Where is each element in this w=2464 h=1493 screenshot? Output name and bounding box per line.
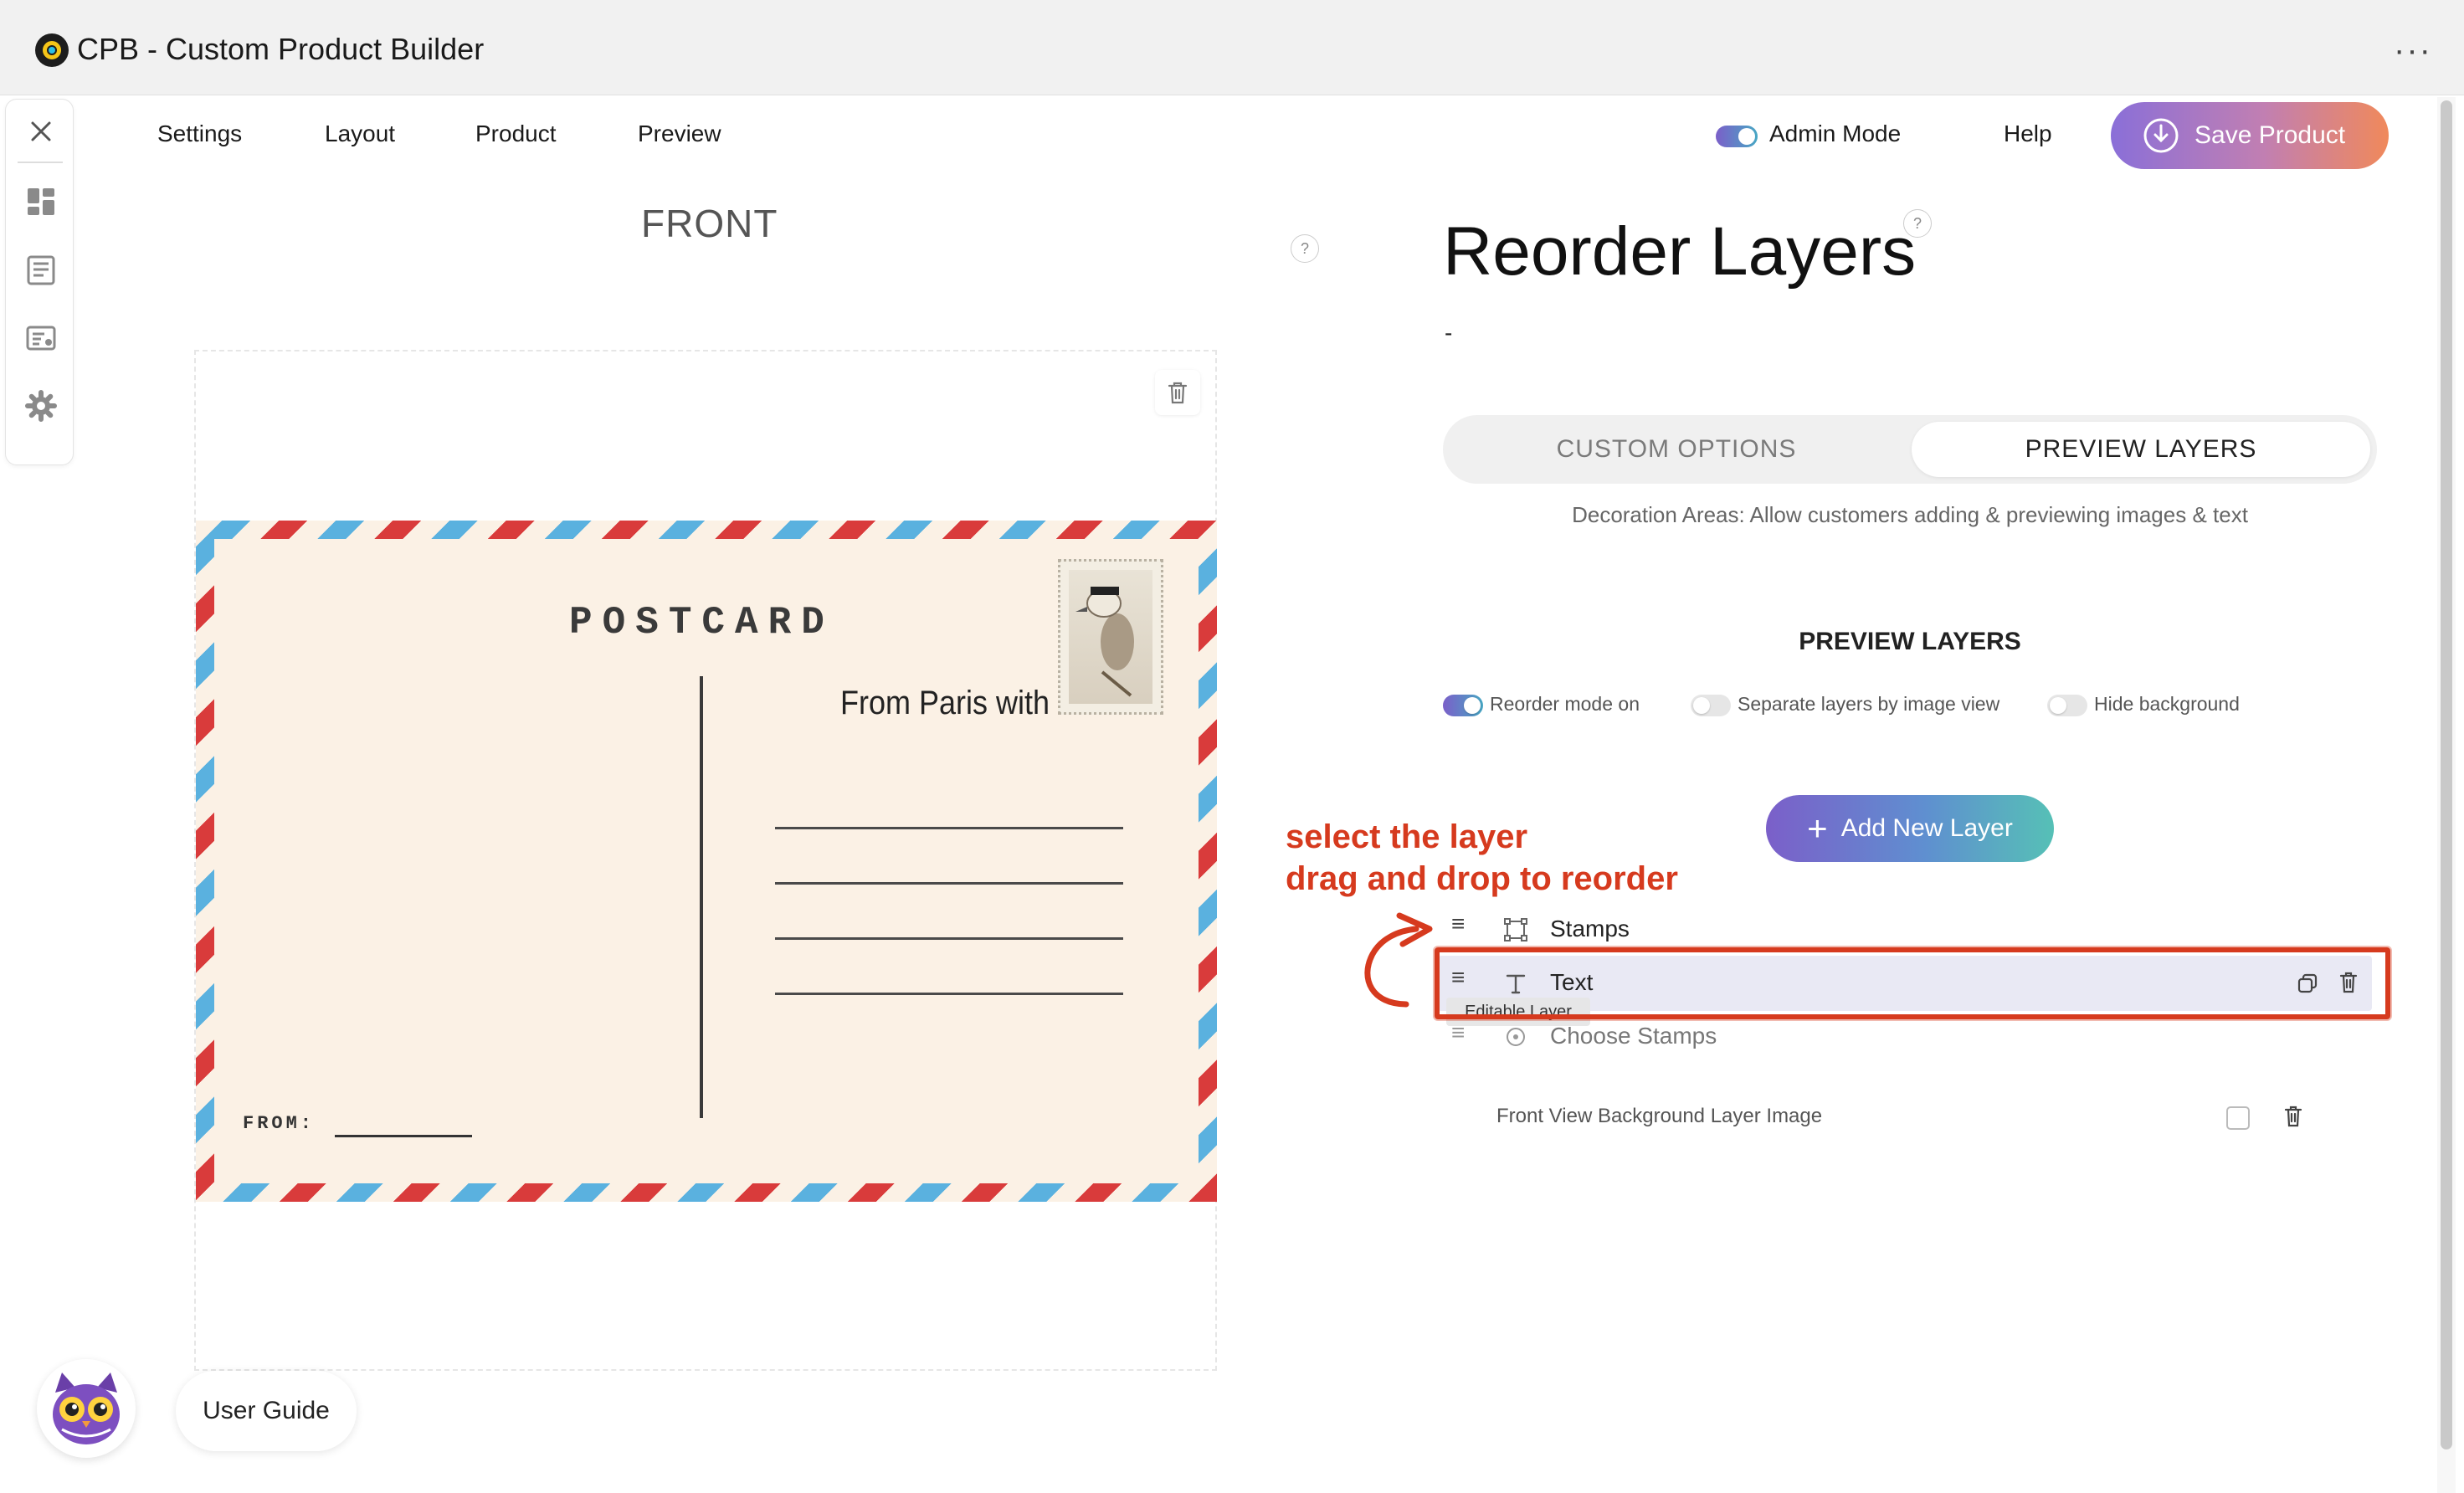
options-icon[interactable] <box>24 322 58 356</box>
admin-mode-toggle[interactable] <box>1716 126 1758 147</box>
add-new-layer-label: Add New Layer <box>1840 814 2013 842</box>
annotation-text: drag and drop to reorder <box>1286 860 1678 897</box>
nav-settings[interactable]: Settings <box>157 121 242 147</box>
app-title: CPB - Custom Product Builder <box>77 32 485 66</box>
nav-preview[interactable]: Preview <box>638 121 721 147</box>
add-new-layer-button[interactable]: + Add New Layer <box>1766 795 2054 862</box>
address-line <box>775 827 1123 829</box>
panel-title: Reorder Layers <box>1443 213 1917 290</box>
from-line <box>335 1135 472 1137</box>
help-link[interactable]: Help <box>2004 121 2052 147</box>
dashboard-icon[interactable] <box>24 185 58 218</box>
separate-layers-toggle[interactable] <box>1691 695 1731 716</box>
address-line <box>775 937 1123 940</box>
frame-icon <box>1504 918 1527 941</box>
options-circle-icon <box>1507 1028 1525 1046</box>
annotation-highlight <box>1435 947 2390 1019</box>
cpb-logo-icon <box>35 33 69 67</box>
scrollbar-thumb[interactable] <box>2441 100 2452 1449</box>
trash-icon[interactable] <box>2283 1105 2303 1128</box>
bird-icon <box>1075 587 1134 697</box>
separate-layers-label: Separate layers by image view <box>1738 693 2000 715</box>
stamp-image[interactable] <box>1058 559 1163 715</box>
admin-mode-label: Admin Mode <box>1769 121 1902 146</box>
more-horizontal-icon[interactable]: ··· <box>2394 32 2432 69</box>
save-product-button[interactable]: Save Product <box>2111 102 2389 169</box>
hide-background-label: Hide background <box>2094 693 2240 715</box>
left-sidebar <box>5 99 74 465</box>
hide-background-toggle[interactable] <box>2047 695 2087 716</box>
reorder-mode-toggle[interactable] <box>1443 695 1483 716</box>
plus-icon: + <box>1807 808 1828 848</box>
layer-label-stamps[interactable]: Stamps <box>1550 916 1630 942</box>
tab-custom-options[interactable]: CUSTOM OPTIONS <box>1443 415 1910 484</box>
trash-icon[interactable] <box>1155 370 1200 415</box>
annotation-arrow-icon <box>1364 912 1433 1008</box>
annotation-text: select the layer <box>1286 818 1528 855</box>
address-line <box>775 882 1123 885</box>
download-icon <box>2143 118 2179 153</box>
sidebar-divider <box>18 162 63 163</box>
layer-label-choose-stamps[interactable]: Choose Stamps <box>1550 1023 1717 1049</box>
view-title: FRONT <box>641 202 778 245</box>
postcard-title: POSTCARD <box>569 601 834 644</box>
close-icon[interactable] <box>24 115 58 148</box>
user-guide-button[interactable]: User Guide <box>176 1371 357 1451</box>
help-icon[interactable]: ? <box>1903 209 1932 238</box>
nav-product[interactable]: Product <box>475 121 557 147</box>
nav-layout[interactable]: Layout <box>325 121 395 147</box>
save-product-label: Save Product <box>2194 121 2346 149</box>
list-icon[interactable] <box>24 254 58 287</box>
background-layer-label: Front View Background Layer Image <box>1496 1105 1823 1127</box>
section-heading: PREVIEW LAYERS <box>1799 628 2021 655</box>
owl-mascot-icon[interactable] <box>37 1359 136 1458</box>
tab-preview-layers[interactable]: PREVIEW LAYERS <box>1912 422 2370 477</box>
panel-subtitle: Decoration Areas: Allow customers adding… <box>1572 502 2248 527</box>
postcard-divider <box>700 676 703 1118</box>
help-icon[interactable]: ? <box>1291 234 1319 263</box>
postcard-from-label: FROM: <box>243 1113 316 1134</box>
drag-handle-icon[interactable]: ≡ <box>1451 911 1465 937</box>
panel-description: - <box>1445 320 1453 346</box>
gear-icon[interactable] <box>24 389 58 423</box>
background-layer-checkbox[interactable] <box>2226 1106 2250 1130</box>
reorder-mode-label: Reorder mode on <box>1490 693 1640 715</box>
address-line <box>775 993 1123 995</box>
